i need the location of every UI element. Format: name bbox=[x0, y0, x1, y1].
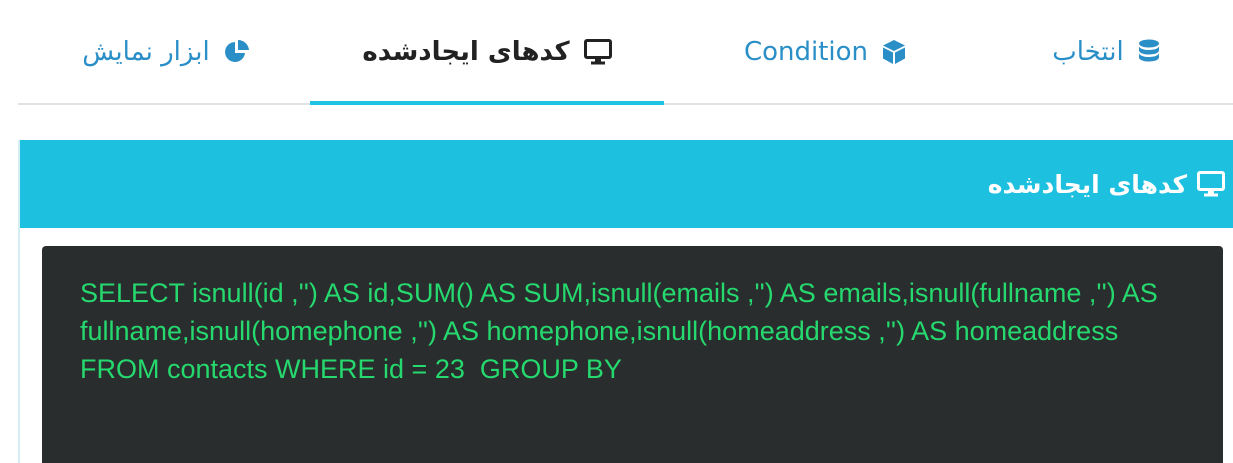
pie-chart-icon bbox=[224, 39, 250, 65]
tab-condition-label: Condition bbox=[743, 36, 869, 67]
panel-header: کدهای ایجادشده bbox=[20, 140, 1233, 228]
tab-visualization[interactable]: ابزار نمایش bbox=[56, 0, 276, 103]
tab-bar: انتخاب Condition کدهای ایجادشده ابزار نم… bbox=[18, 0, 1233, 105]
generated-sql-code: SELECT isnull(id ,'') AS id,SUM() AS SUM… bbox=[80, 278, 1166, 384]
tab-condition[interactable]: Condition bbox=[710, 0, 940, 103]
tab-generated-code-label: کدهای ایجادشده bbox=[362, 36, 570, 67]
query-builder-page: انتخاب Condition کدهای ایجادشده ابزار نم… bbox=[0, 0, 1233, 463]
tab-select-label: انتخاب bbox=[1052, 36, 1124, 67]
desktop-icon bbox=[583, 38, 612, 65]
database-icon bbox=[1138, 39, 1160, 65]
desktop-icon bbox=[1197, 171, 1225, 197]
cube-icon bbox=[882, 39, 906, 65]
generated-code-panel: کدهای ایجادشده SELECT isnull(id ,'') AS … bbox=[18, 140, 1233, 463]
tab-visualization-label: ابزار نمایش bbox=[82, 36, 210, 67]
code-output-box[interactable]: SELECT isnull(id ,'') AS id,SUM() AS SUM… bbox=[42, 246, 1223, 463]
tab-select[interactable]: انتخاب bbox=[1004, 0, 1208, 103]
tab-generated-code[interactable]: کدهای ایجادشده bbox=[310, 0, 664, 105]
panel-title: کدهای ایجادشده bbox=[987, 169, 1187, 199]
